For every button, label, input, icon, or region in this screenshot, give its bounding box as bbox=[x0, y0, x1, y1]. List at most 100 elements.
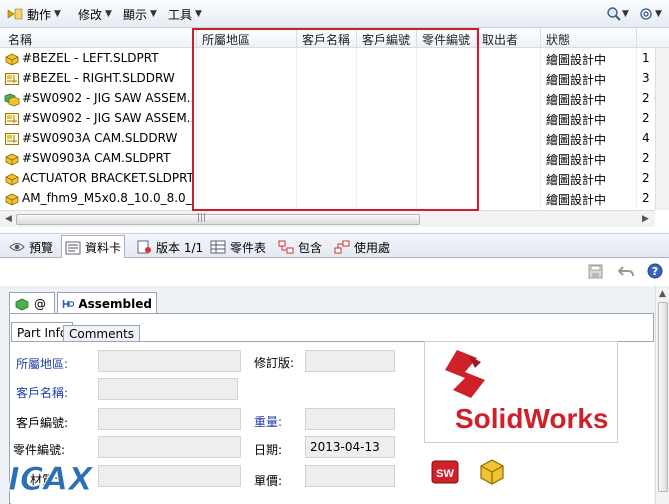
save-icon[interactable] bbox=[588, 264, 603, 279]
tab-version-label: 版本 1/1 bbox=[156, 240, 204, 255]
scroll-left-icon[interactable]: ◀ bbox=[5, 214, 12, 224]
tools-menu-label: 工具 bbox=[168, 7, 193, 22]
scroll-thumb[interactable]: ||| bbox=[16, 213, 420, 225]
tab-part-info-label: Part Info bbox=[17, 325, 68, 340]
solidworks-logo-box: SolidWorks bbox=[424, 341, 618, 443]
file-status: 繪圖設計中 bbox=[546, 73, 607, 87]
file-status: 繪圖設計中 bbox=[546, 133, 607, 147]
tab-comments-label: Comments bbox=[69, 327, 135, 341]
modify-menu-label: 修改 bbox=[78, 7, 103, 22]
assembly-icon bbox=[4, 93, 20, 107]
config-tab-at[interactable]: @ bbox=[9, 292, 55, 314]
datacard-actions: ? bbox=[0, 258, 669, 286]
modify-menu[interactable]: 修改 ▼ bbox=[78, 5, 112, 23]
customer-name-field[interactable] bbox=[98, 378, 238, 400]
grip-icon: ||| bbox=[197, 213, 207, 223]
contains-icon bbox=[278, 240, 294, 254]
chevron-down-icon: ▼ bbox=[105, 9, 112, 19]
scroll-right-icon[interactable]: ▶ bbox=[642, 214, 649, 224]
drawing-icon bbox=[5, 133, 19, 145]
file-name: AM_fhm9_M5x0.8_10.0_8.0_... bbox=[22, 191, 194, 205]
file-extra: 2 bbox=[642, 191, 650, 205]
file-status: 繪圖設計中 bbox=[546, 113, 607, 127]
file-name: #BEZEL - RIGHT.SLDDRW bbox=[22, 71, 175, 85]
tab-version[interactable]: 版本 1/1 bbox=[133, 237, 206, 257]
configuration-icon bbox=[62, 299, 75, 308]
email-button[interactable] bbox=[639, 5, 653, 23]
price-field[interactable] bbox=[305, 465, 395, 487]
highlight-frame bbox=[192, 28, 479, 211]
revision-field[interactable] bbox=[305, 350, 395, 372]
tab-preview[interactable]: 預覽 bbox=[6, 237, 56, 257]
actions-menu-label: 動作 bbox=[27, 7, 52, 22]
tab-where-used[interactable]: 使用處 bbox=[331, 237, 393, 257]
weight-label: 重量: bbox=[254, 415, 283, 429]
svg-text:?: ? bbox=[652, 265, 658, 278]
tools-menu[interactable]: 工具 ▼ bbox=[168, 5, 202, 23]
file-name: #SW0903A CAM.SLDDRW bbox=[22, 131, 178, 145]
file-extra: 1 bbox=[642, 51, 650, 65]
part-icon bbox=[5, 173, 19, 186]
file-name: #SW0903A CAM.SLDPRT bbox=[22, 151, 171, 165]
tab-contains[interactable]: 包含 bbox=[275, 237, 325, 257]
tab-bom-label: 零件表 bbox=[230, 240, 267, 255]
config-tab-at-label: @ bbox=[34, 296, 46, 311]
part-preview-icon[interactable] bbox=[478, 456, 506, 486]
icax-logo: ICAX bbox=[8, 460, 95, 499]
datacard-icon bbox=[65, 241, 81, 254]
chevron-down-icon: ▼ bbox=[150, 9, 157, 19]
scroll-thumb[interactable] bbox=[658, 302, 668, 492]
weight-field[interactable] bbox=[305, 408, 395, 430]
chevron-down-icon: ▼ bbox=[655, 9, 662, 19]
undo-icon[interactable] bbox=[618, 264, 634, 279]
more-button[interactable]: ▼ bbox=[655, 5, 662, 23]
top-toolbar: 動作 ▼ 修改 ▼ 顯示 ▼ 工具 ▼ ▼ ▼ bbox=[0, 0, 669, 28]
tab-comments[interactable]: Comments bbox=[63, 325, 141, 342]
config-tab-assembled[interactable]: Assembled bbox=[57, 292, 157, 314]
view-tabs: 預覽 資料卡 版本 1/1 零件表 包含 使用處 bbox=[0, 233, 669, 259]
solidworks-app-icon[interactable]: SW bbox=[430, 458, 460, 486]
date-field[interactable]: 2013-04-13 bbox=[305, 436, 395, 458]
file-extra: 2 bbox=[642, 171, 650, 185]
chevron-down-icon: ▼ bbox=[195, 9, 202, 19]
icax-watermark: ICAX bbox=[0, 452, 130, 504]
search-button[interactable]: ▼ bbox=[606, 5, 629, 23]
region-field[interactable] bbox=[98, 350, 241, 372]
list-horizontal-scrollbar[interactable]: ◀ ||| ▶ bbox=[0, 210, 655, 227]
help-icon[interactable]: ? bbox=[647, 263, 663, 279]
file-extra: 4 bbox=[642, 131, 650, 145]
version-icon bbox=[137, 240, 151, 254]
column-header-status[interactable]: 狀態 bbox=[546, 31, 570, 48]
file-extra: 2 bbox=[642, 151, 650, 165]
file-status: 繪圖設計中 bbox=[546, 193, 607, 207]
part-icon bbox=[5, 153, 19, 166]
file-status: 繪圖設計中 bbox=[546, 173, 607, 187]
file-name: #SW0902 - JIG SAW ASSEM... bbox=[22, 91, 194, 105]
actions-menu[interactable]: 動作 ▼ bbox=[6, 5, 61, 23]
column-header-name[interactable]: 名稱 bbox=[8, 31, 32, 48]
list-vertical-scrollbar[interactable] bbox=[655, 48, 669, 210]
customer-name-label: 客戶名稱: bbox=[16, 386, 69, 400]
datacard-vertical-scrollbar[interactable]: ▲ bbox=[655, 286, 669, 504]
revision-label: 修訂版: bbox=[254, 356, 295, 370]
drawing-icon bbox=[5, 73, 19, 85]
price-label: 單價: bbox=[254, 474, 283, 488]
preview-icon bbox=[9, 243, 25, 251]
column-header-checked-out-by[interactable]: 取出者 bbox=[482, 31, 518, 48]
tab-bom[interactable]: 零件表 bbox=[207, 237, 269, 257]
tab-datacard[interactable]: 資料卡 bbox=[61, 235, 126, 259]
customer-no-label: 客戶編號: bbox=[16, 416, 69, 430]
actions-icon bbox=[7, 8, 23, 20]
file-name: #BEZEL - LEFT.SLDPRT bbox=[22, 51, 159, 65]
date-label: 日期: bbox=[254, 443, 283, 457]
part-icon bbox=[15, 298, 29, 310]
chevron-down-icon: ▼ bbox=[54, 9, 61, 19]
icax-logo-text: ICAX bbox=[8, 460, 94, 498]
customer-no-field[interactable] bbox=[98, 408, 241, 430]
tab-preview-label: 預覽 bbox=[29, 240, 54, 255]
svg-text:SW: SW bbox=[436, 468, 454, 480]
email-icon bbox=[640, 8, 652, 20]
file-name: #SW0902 - JIG SAW ASSEM... bbox=[22, 111, 194, 125]
display-menu[interactable]: 顯示 ▼ bbox=[123, 5, 157, 23]
scroll-up-icon[interactable]: ▲ bbox=[659, 289, 666, 299]
